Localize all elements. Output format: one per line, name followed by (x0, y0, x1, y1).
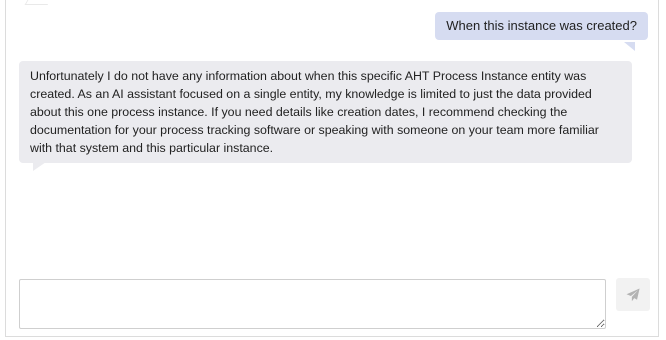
user-message-bubble: When this instance was created? (435, 12, 648, 40)
assistant-message-text: Unfortunately I do not have any informat… (30, 69, 599, 155)
send-button[interactable] (616, 278, 650, 311)
previous-message-tail (24, 0, 51, 5)
chat-panel: When this instance was created? Unfortun… (5, 0, 659, 337)
user-message-tail (624, 42, 635, 51)
assistant-message-bubble: Unfortunately I do not have any informat… (19, 61, 632, 163)
user-message-text: When this instance was created? (446, 18, 637, 33)
message-input[interactable] (19, 279, 606, 329)
assistant-message-tail (33, 162, 46, 171)
paper-plane-icon (626, 288, 640, 302)
